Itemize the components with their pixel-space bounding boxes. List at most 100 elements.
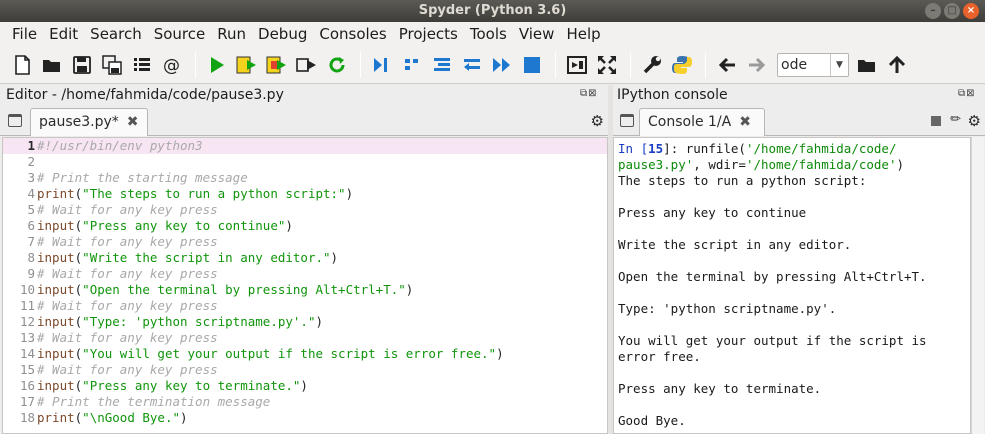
continue-icon[interactable] bbox=[488, 51, 516, 79]
code-token: "Open the terminal by pressing Alt+Ctrl+… bbox=[82, 282, 406, 297]
minimize-button[interactable]: – bbox=[925, 3, 941, 19]
code-line[interactable]: 5 # Wait for any key press bbox=[3, 202, 607, 218]
fullscreen-icon[interactable] bbox=[593, 51, 621, 79]
code-line[interactable]: 1 #!/usr/bin/env python3 bbox=[3, 138, 607, 154]
code-editor[interactable]: 1 #!/usr/bin/env python3 2 3 # Print the sta… bbox=[2, 137, 608, 434]
code-token: print bbox=[37, 186, 75, 201]
code-token: ) bbox=[496, 346, 504, 361]
line-number: 3 bbox=[27, 170, 35, 185]
step-return-icon[interactable] bbox=[458, 51, 486, 79]
code-token: # Wait for any key press bbox=[37, 202, 218, 217]
open-folder-icon[interactable] bbox=[38, 51, 66, 79]
code-line[interactable]: 11 # Wait for any key press bbox=[3, 298, 607, 314]
code-token: # Wait for any key press bbox=[37, 330, 218, 345]
menu-run[interactable]: Run bbox=[211, 25, 252, 43]
code-line[interactable]: 2 bbox=[3, 154, 607, 170]
code-line[interactable]: 12 input("Type: 'python scriptname.py'.") bbox=[3, 314, 607, 330]
tab-console-1a[interactable]: Console 1/A ✖ bbox=[639, 108, 765, 136]
close-tab-icon[interactable]: ✖ bbox=[127, 114, 139, 130]
close-button[interactable]: × bbox=[963, 3, 979, 19]
interrupt-kernel-icon[interactable] bbox=[931, 116, 941, 126]
new-file-icon[interactable] bbox=[8, 51, 36, 79]
browse-tabs-icon[interactable] bbox=[8, 114, 22, 127]
window-titlebar: Spyder (Python 3.6) – □ × bbox=[0, 0, 985, 22]
back-arrow-icon[interactable] bbox=[713, 51, 741, 79]
code-line[interactable]: 13 # Wait for any key press bbox=[3, 330, 607, 346]
menu-help[interactable]: Help bbox=[560, 25, 606, 43]
code-token: ) bbox=[405, 282, 414, 297]
menu-debug[interactable]: Debug bbox=[252, 25, 313, 43]
console-scrollbar[interactable] bbox=[971, 137, 984, 434]
console-text: ]: runfile( bbox=[663, 141, 746, 156]
step-into-icon[interactable] bbox=[428, 51, 456, 79]
run-icon[interactable] bbox=[203, 51, 231, 79]
ipython-console-output[interactable]: In [15]: runfile('/home/fahmida/code/pau… bbox=[613, 137, 971, 434]
maximize-pane-icon[interactable] bbox=[563, 51, 591, 79]
code-line[interactable]: 16 input("Press any key to terminate.") bbox=[3, 378, 607, 394]
list-icon[interactable] bbox=[128, 51, 156, 79]
save-icon[interactable] bbox=[68, 51, 96, 79]
working-directory-combo[interactable]: ode ▼ bbox=[777, 52, 849, 77]
code-token: # Wait for any key press bbox=[37, 266, 218, 281]
code-line[interactable]: 6 input("Press any key to continue") bbox=[3, 218, 607, 234]
code-line[interactable]: 9 # Wait for any key press bbox=[3, 266, 607, 282]
run-selection-icon[interactable] bbox=[293, 51, 321, 79]
code-line[interactable]: 10 input("Open the terminal by pressing A… bbox=[3, 282, 607, 298]
code-token: # Wait for any key press bbox=[37, 362, 218, 377]
console-text: 15 bbox=[648, 141, 664, 156]
at-sign-icon[interactable]: @ bbox=[158, 51, 186, 79]
code-line[interactable]: 4 print("The steps to run a python script… bbox=[3, 186, 607, 202]
maximize-button[interactable]: □ bbox=[944, 3, 960, 19]
menu-view[interactable]: View bbox=[513, 25, 561, 43]
code-line[interactable]: 15 # Wait for any key press bbox=[3, 362, 607, 378]
menu-search[interactable]: Search bbox=[84, 25, 148, 43]
forward-arrow-icon[interactable] bbox=[743, 51, 771, 79]
code-line[interactable]: 7 # Wait for any key press bbox=[3, 234, 607, 250]
console-text: ) bbox=[896, 157, 904, 172]
code-token: "Press any key to continue" bbox=[82, 218, 286, 233]
code-token: # Print the starting message bbox=[37, 170, 248, 185]
browse-folder-icon[interactable] bbox=[853, 51, 881, 79]
line-number: 12 bbox=[19, 314, 35, 329]
code-line[interactable]: 8 input("Write the script in any editor."… bbox=[3, 250, 607, 266]
console-pane-controls[interactable]: ⧉⊠ bbox=[958, 88, 976, 99]
preferences-wrench-icon[interactable] bbox=[638, 51, 666, 79]
console-options-gear-icon[interactable]: ⚙ bbox=[968, 112, 981, 130]
stop-debug-icon[interactable] bbox=[518, 51, 546, 79]
menu-projects[interactable]: Projects bbox=[393, 25, 464, 43]
chevron-down-icon[interactable]: ▼ bbox=[830, 53, 848, 76]
editor-options-gear-icon[interactable]: ⚙ bbox=[591, 112, 604, 130]
toolbar-separator bbox=[360, 51, 361, 78]
window-controls: – □ × bbox=[925, 3, 979, 19]
save-all-icon[interactable] bbox=[98, 51, 126, 79]
editor-pane-controls[interactable]: ⧉⊠ bbox=[580, 88, 598, 99]
console-line: Press any key to continue bbox=[614, 205, 970, 221]
rerun-icon[interactable] bbox=[323, 51, 351, 79]
menu-edit[interactable]: Edit bbox=[43, 25, 84, 43]
menu-tools[interactable]: Tools bbox=[464, 25, 513, 43]
code-line[interactable]: 3 # Print the starting message bbox=[3, 170, 607, 186]
browse-tabs-icon[interactable] bbox=[620, 114, 634, 127]
code-line[interactable]: 14 input("You will get your output if the… bbox=[3, 346, 607, 362]
tab-pause3[interactable]: pause3.py* ✖ bbox=[30, 108, 148, 136]
menu-file[interactable]: File bbox=[6, 25, 43, 43]
clear-console-icon[interactable]: ✏ bbox=[950, 112, 961, 127]
parent-directory-icon[interactable] bbox=[883, 51, 911, 79]
code-line[interactable]: 17 # Print the termination message bbox=[3, 394, 607, 410]
close-tab-icon[interactable]: ✖ bbox=[739, 114, 751, 130]
step-icon[interactable] bbox=[398, 51, 426, 79]
toolbar-separator bbox=[555, 51, 556, 78]
debug-icon[interactable] bbox=[368, 51, 396, 79]
run-cell-icon[interactable] bbox=[233, 51, 261, 79]
menu-consoles[interactable]: Consoles bbox=[313, 25, 392, 43]
python-path-icon[interactable] bbox=[668, 51, 696, 79]
code-token: # Wait for any key press bbox=[37, 234, 218, 249]
run-cell-advance-icon[interactable] bbox=[263, 51, 291, 79]
code-token: input bbox=[37, 346, 75, 361]
code-token: input bbox=[37, 250, 75, 265]
menu-source[interactable]: Source bbox=[148, 25, 212, 43]
code-line[interactable]: 18 print("\nGood Bye.") bbox=[3, 410, 607, 426]
